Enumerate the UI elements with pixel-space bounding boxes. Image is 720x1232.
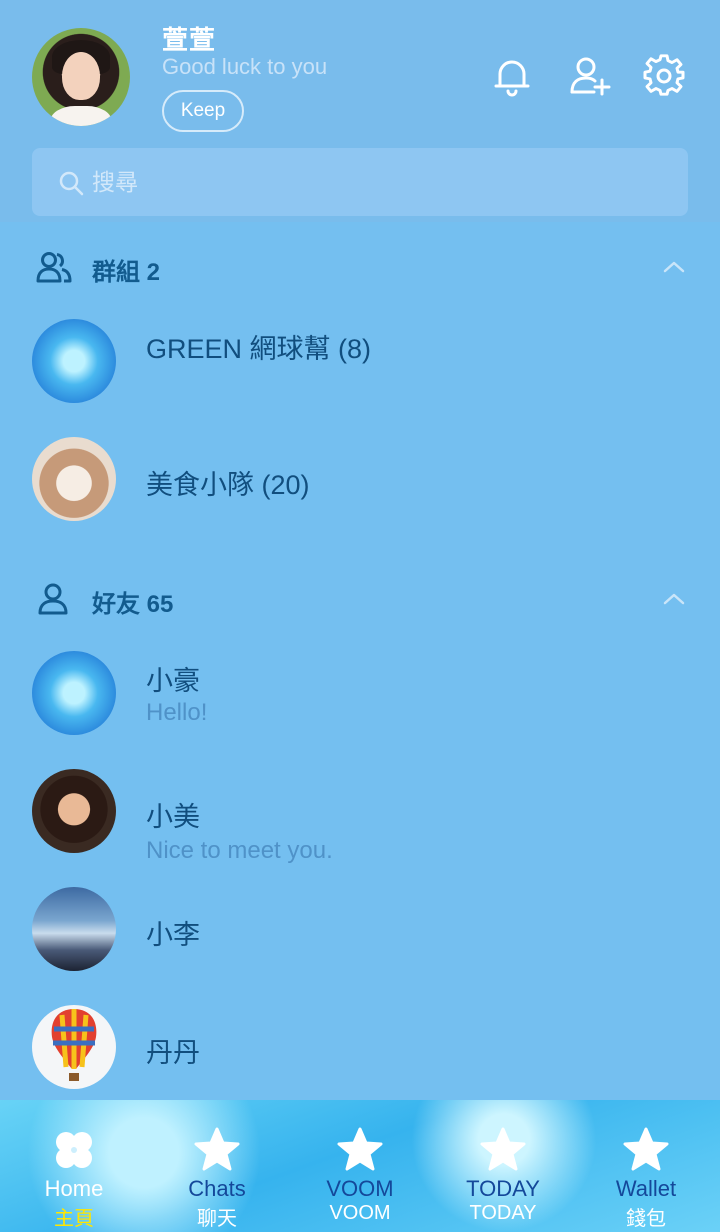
group-row[interactable]: 美食小隊 (20) xyxy=(0,437,720,557)
profile-avatar[interactable] xyxy=(32,28,130,126)
friend-avatar xyxy=(32,887,116,971)
group-name: GREEN 網球幫 (8) xyxy=(146,334,372,364)
chevron-up-icon[interactable] xyxy=(660,588,688,608)
search-icon xyxy=(59,171,84,196)
gear-icon[interactable] xyxy=(642,54,686,98)
star-icon xyxy=(623,1127,669,1171)
group-avatar xyxy=(32,437,116,521)
group-icon xyxy=(36,252,72,283)
group-row[interactable]: GREEN 網球幫 (8) xyxy=(0,319,720,439)
profile-name[interactable]: 萱萱 xyxy=(162,20,216,57)
friend-avatar xyxy=(32,1005,116,1089)
nav-label: VOOM xyxy=(326,1176,394,1201)
friend-row[interactable]: 小李 xyxy=(0,887,720,1007)
nav-voom[interactable]: VOOM VOOM xyxy=(288,1100,432,1232)
search-input[interactable] xyxy=(92,162,652,202)
keep-button[interactable]: Keep xyxy=(162,90,244,132)
nav-sublabel: 主頁 xyxy=(54,1208,94,1230)
add-friend-icon[interactable] xyxy=(568,54,612,98)
profile-header: 萱萱 Good luck to you Keep xyxy=(0,0,720,222)
group-avatar xyxy=(32,319,116,403)
bottom-nav: Home 主頁 Chats 聊天 VOOM VOOM TODAY TODAY W… xyxy=(0,1100,720,1232)
friends-section-title: 好友 65 xyxy=(92,591,174,618)
nav-label: Wallet xyxy=(615,1176,677,1201)
nav-label: Chats xyxy=(188,1176,246,1201)
search-bar[interactable] xyxy=(32,148,688,216)
friend-status-message: Hello! xyxy=(146,699,208,726)
nav-today[interactable]: TODAY TODAY xyxy=(431,1100,575,1232)
friend-name: 小美 xyxy=(146,802,200,832)
nav-home[interactable]: Home 主頁 xyxy=(2,1100,146,1232)
friend-avatar xyxy=(32,769,116,853)
nav-sublabel: 聊天 xyxy=(197,1208,237,1230)
friend-icon xyxy=(38,583,68,615)
star-icon xyxy=(480,1127,526,1171)
nav-sublabel: 錢包 xyxy=(626,1208,666,1230)
nav-sublabel: VOOM xyxy=(329,1202,391,1224)
nav-label: TODAY xyxy=(466,1176,540,1201)
friends-section-header[interactable]: 好友 65 xyxy=(0,568,720,628)
clover-icon xyxy=(56,1132,92,1168)
groups-section-title: 群組 2 xyxy=(92,259,161,286)
star-icon xyxy=(337,1127,383,1171)
groups-section-header[interactable]: 群組 2 xyxy=(0,236,720,296)
bell-icon[interactable] xyxy=(490,54,534,98)
star-icon xyxy=(194,1127,240,1171)
friend-row[interactable]: 小美 Nice to meet you. xyxy=(0,769,720,889)
nav-wallet[interactable]: Wallet 錢包 xyxy=(574,1100,718,1232)
group-name: 美食小隊 (20) xyxy=(146,470,310,500)
friend-name: 小豪 xyxy=(146,666,200,696)
friend-status-message: Nice to meet you. xyxy=(146,837,333,864)
chevron-up-icon[interactable] xyxy=(660,256,688,276)
nav-chats[interactable]: Chats 聊天 xyxy=(145,1100,289,1232)
nav-label: Home xyxy=(44,1176,104,1201)
friend-avatar xyxy=(32,651,116,735)
friend-name: 丹丹 xyxy=(146,1038,200,1068)
friend-row[interactable]: 小豪 Hello! xyxy=(0,651,720,771)
profile-status-message[interactable]: Good luck to you xyxy=(162,54,327,80)
nav-sublabel: TODAY xyxy=(469,1202,537,1224)
friend-name: 小李 xyxy=(146,920,200,950)
